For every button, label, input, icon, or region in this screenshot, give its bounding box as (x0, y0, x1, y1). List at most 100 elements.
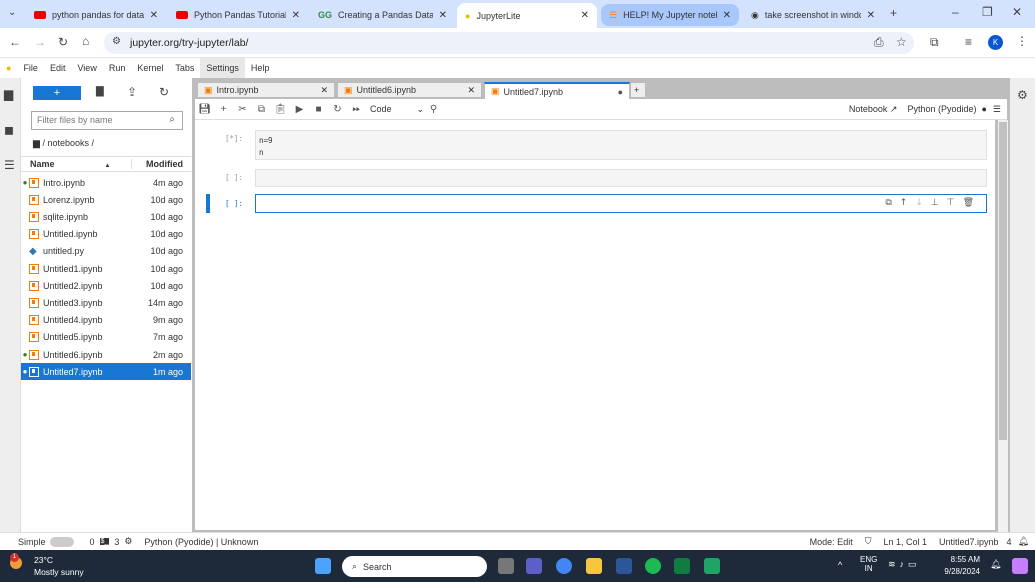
notification-bell-icon[interactable]: 🔔︎ (990, 559, 1001, 570)
browser-tab-active[interactable]: ● JupyterLite ✕ (457, 3, 597, 28)
file-explorer-icon[interactable] (586, 558, 602, 574)
move-down-icon[interactable]: ↓ (915, 198, 931, 208)
menu-settings[interactable]: Settings (200, 58, 245, 78)
tab-search-chevron-icon[interactable]: ⌄ (8, 7, 16, 18)
close-icon[interactable]: ✕ (320, 85, 328, 96)
paste-icon[interactable]: 📋︎ (271, 104, 290, 115)
code-cell-active[interactable]: [ ]: ⧉↑↓⊥⊤🗑︎ (195, 194, 995, 213)
file-row[interactable]: ● Untitled7.ipynb 1m ago (21, 363, 191, 381)
file-row[interactable]: Untitled1.ipynb 10d ago (21, 260, 191, 277)
scrollbar-thumb[interactable] (999, 122, 1007, 440)
restart-run-all-icon[interactable]: ⏩︎ (347, 104, 366, 115)
close-icon[interactable]: ✕ (867, 10, 875, 21)
unsaved-dot-icon[interactable]: ● (618, 87, 623, 97)
reload-icon[interactable]: ↻ (58, 35, 68, 49)
file-row[interactable]: Lorenz.ipynb 10d ago (21, 191, 191, 208)
back-icon[interactable]: ← (9, 35, 21, 49)
property-inspector-icon[interactable]: ⚙ (1017, 88, 1028, 102)
home-icon[interactable]: ⌂ (82, 34, 89, 48)
close-icon[interactable]: ✕ (439, 10, 447, 21)
restart-icon[interactable]: ↻ (328, 104, 347, 115)
windows-start-icon[interactable] (315, 558, 331, 574)
close-icon[interactable]: ✕ (150, 10, 158, 21)
file-row[interactable]: Untitled2.ipynb 10d ago (21, 277, 191, 294)
file-row[interactable]: Untitled3.ipynb 14m ago (21, 294, 191, 311)
file-row[interactable]: ● Untitled6.ipynb 2m ago (21, 346, 191, 363)
cut-icon[interactable]: ✂ (233, 104, 252, 115)
save-icon[interactable]: 💾︎ (195, 104, 214, 115)
site-info-icon[interactable]: ⚙ (112, 36, 121, 47)
copilot-icon[interactable] (1012, 558, 1028, 574)
menu-run[interactable]: Run (103, 58, 132, 78)
file-row[interactable]: sqlite.ipynb 10d ago (21, 208, 191, 225)
restore-icon[interactable]: ❐ (982, 5, 993, 19)
insert-above-icon[interactable]: ⊥ (931, 198, 947, 208)
new-tab-button[interactable]: + (630, 82, 646, 98)
file-row[interactable]: Untitled4.ipynb 9m ago (21, 312, 191, 329)
run-icon[interactable]: ▶ (290, 104, 309, 115)
tab-untitled7[interactable]: ▣ Untitled7.ipynb ● (484, 82, 630, 99)
insert-below-icon[interactable]: ⊤ (947, 198, 963, 208)
menu-view[interactable]: View (71, 58, 102, 78)
wifi-volume-battery-icons[interactable]: ≋♪▭ (888, 559, 921, 570)
close-icon[interactable]: ✕ (292, 10, 300, 21)
word-icon[interactable] (616, 558, 632, 574)
cell-editor[interactable] (255, 169, 987, 187)
menu-help[interactable]: Help (245, 58, 276, 78)
move-up-icon[interactable]: ↑ (900, 198, 916, 208)
new-folder-icon[interactable]: ▇ (96, 86, 104, 97)
bookmark-star-icon[interactable]: ☆ (896, 35, 907, 49)
tab-untitled6[interactable]: ▣ Untitled6.ipynb ✕ (337, 82, 482, 98)
file-row[interactable]: Untitled.ipynb 10d ago (21, 226, 191, 243)
close-icon[interactable]: ✕ (467, 85, 475, 96)
install-app-icon[interactable]: ⎙ (874, 35, 884, 50)
simple-mode-toggle[interactable] (49, 536, 74, 547)
chrome-icon[interactable] (556, 558, 572, 574)
code-cell[interactable]: [ ]: (195, 169, 995, 187)
kernel-name-button[interactable]: Python (Pyodide) (907, 104, 976, 114)
tab-intro[interactable]: ▣ Intro.ipynb ✕ (197, 82, 335, 98)
name-column-header[interactable]: Name ▲ (21, 159, 131, 169)
profile-avatar[interactable]: K (988, 35, 1003, 50)
running-kernels-icon[interactable]: ◼ (4, 123, 14, 137)
scrollbar[interactable] (998, 120, 1008, 532)
browser-tab[interactable]: Python Pandas Tutorial 2: D✕ (168, 4, 308, 26)
new-tab-icon[interactable]: + (890, 6, 897, 20)
code-cell[interactable]: [*]: n=9 n (195, 130, 995, 160)
debugger-icon[interactable]: ⚲ (424, 104, 443, 115)
language-indicator[interactable]: ENG IN (860, 555, 877, 573)
task-view-icon[interactable] (498, 558, 514, 574)
folder-icon[interactable]: ▆ (4, 87, 13, 101)
stop-icon[interactable]: ■ (309, 104, 328, 115)
hamburger-menu-icon[interactable]: ☰ (993, 104, 1001, 115)
new-launcher-button[interactable]: + (33, 86, 81, 100)
minimize-icon[interactable]: – (952, 5, 959, 19)
menu-kernel[interactable]: Kernel (131, 58, 169, 78)
close-icon[interactable]: ✕ (581, 10, 589, 21)
forward-icon[interactable]: → (34, 35, 46, 49)
refresh-icon[interactable]: ↻ (159, 85, 169, 99)
upload-icon[interactable]: ⇪ (127, 85, 137, 99)
cell-type-select[interactable]: Code ⌄ (366, 104, 424, 115)
cell-editor[interactable]: n=9 n (255, 130, 987, 160)
browser-tab[interactable]: ☰HELP! My Jupyter notebook✕ (601, 4, 739, 26)
taskbar-search[interactable]: ⌕ Search (342, 556, 487, 577)
close-icon[interactable]: ✕ (723, 10, 731, 21)
filter-files-input[interactable]: Filter files by name ⌕ (31, 111, 183, 130)
delete-cell-icon[interactable]: 🗑︎ (963, 198, 982, 208)
more-menu-icon[interactable]: ⋮ (1016, 34, 1028, 48)
folder-icon[interactable]: ▆ (33, 138, 40, 148)
insert-cell-icon[interactable]: + (214, 104, 233, 115)
browser-tab[interactable]: GGCreating a Pandas DataFrame✕ (310, 4, 455, 26)
media-icon[interactable]: ≡ (965, 35, 972, 49)
spotify-icon[interactable] (645, 558, 661, 574)
file-row[interactable]: Untitled5.ipynb 7m ago (21, 329, 191, 346)
file-row[interactable]: ◆ untitled.py 10d ago (21, 243, 191, 260)
browser-tab[interactable]: python pandas for data an✕ (26, 4, 166, 26)
open-in-notebook-button[interactable]: Notebook ↗ (849, 104, 898, 115)
teams-icon[interactable] (526, 558, 542, 574)
modified-column-header[interactable]: Modified (131, 159, 191, 169)
excel-file-icon[interactable] (704, 558, 720, 574)
extensions-icon[interactable]: ⧉ (930, 35, 939, 50)
copy-icon[interactable]: ⧉ (252, 104, 271, 115)
